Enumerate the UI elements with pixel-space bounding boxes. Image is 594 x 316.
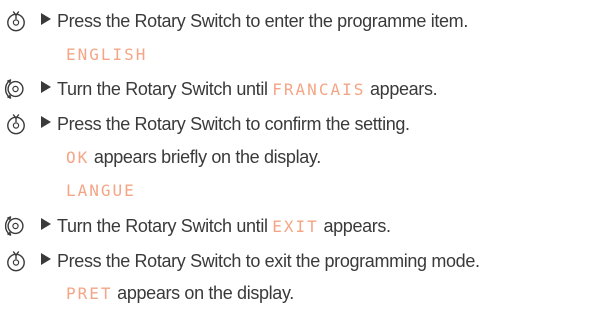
step-text: Press the Rotary Switch to confirm the s… [57, 114, 410, 134]
display-text: FRANCAIS [272, 80, 366, 99]
display-text: ENGLISH [66, 45, 148, 64]
display-text: PRET [66, 284, 113, 303]
arrow-right-icon [41, 81, 51, 93]
arrow-right-icon [41, 253, 51, 265]
step-text: appears. [365, 79, 438, 99]
step-text: appears briefly on the display. [89, 147, 321, 167]
display-text: OK [66, 148, 90, 167]
display-text: EXIT [272, 217, 319, 236]
rotary-switch-push-icon [7, 11, 25, 32]
display-text: LANGUE [66, 181, 136, 200]
step-text: appears on the display. [112, 283, 294, 303]
step-text: Turn the Rotary Switch until [57, 79, 273, 99]
step-text: Press the Rotary Switch to exit the prog… [57, 251, 480, 271]
arrow-right-icon [41, 116, 51, 128]
rotary-switch-push-icon [7, 251, 25, 272]
arrow-right-icon [41, 218, 51, 230]
step-text: appears. [318, 216, 391, 236]
rotary-switch-turn-icon [4, 216, 24, 236]
rotary-switch-turn-icon [4, 79, 24, 99]
step-text: Turn the Rotary Switch until [57, 216, 273, 236]
step-text: Press the Rotary Switch to enter the pro… [57, 11, 468, 31]
rotary-switch-push-icon [7, 114, 25, 135]
arrow-right-icon [41, 13, 51, 25]
